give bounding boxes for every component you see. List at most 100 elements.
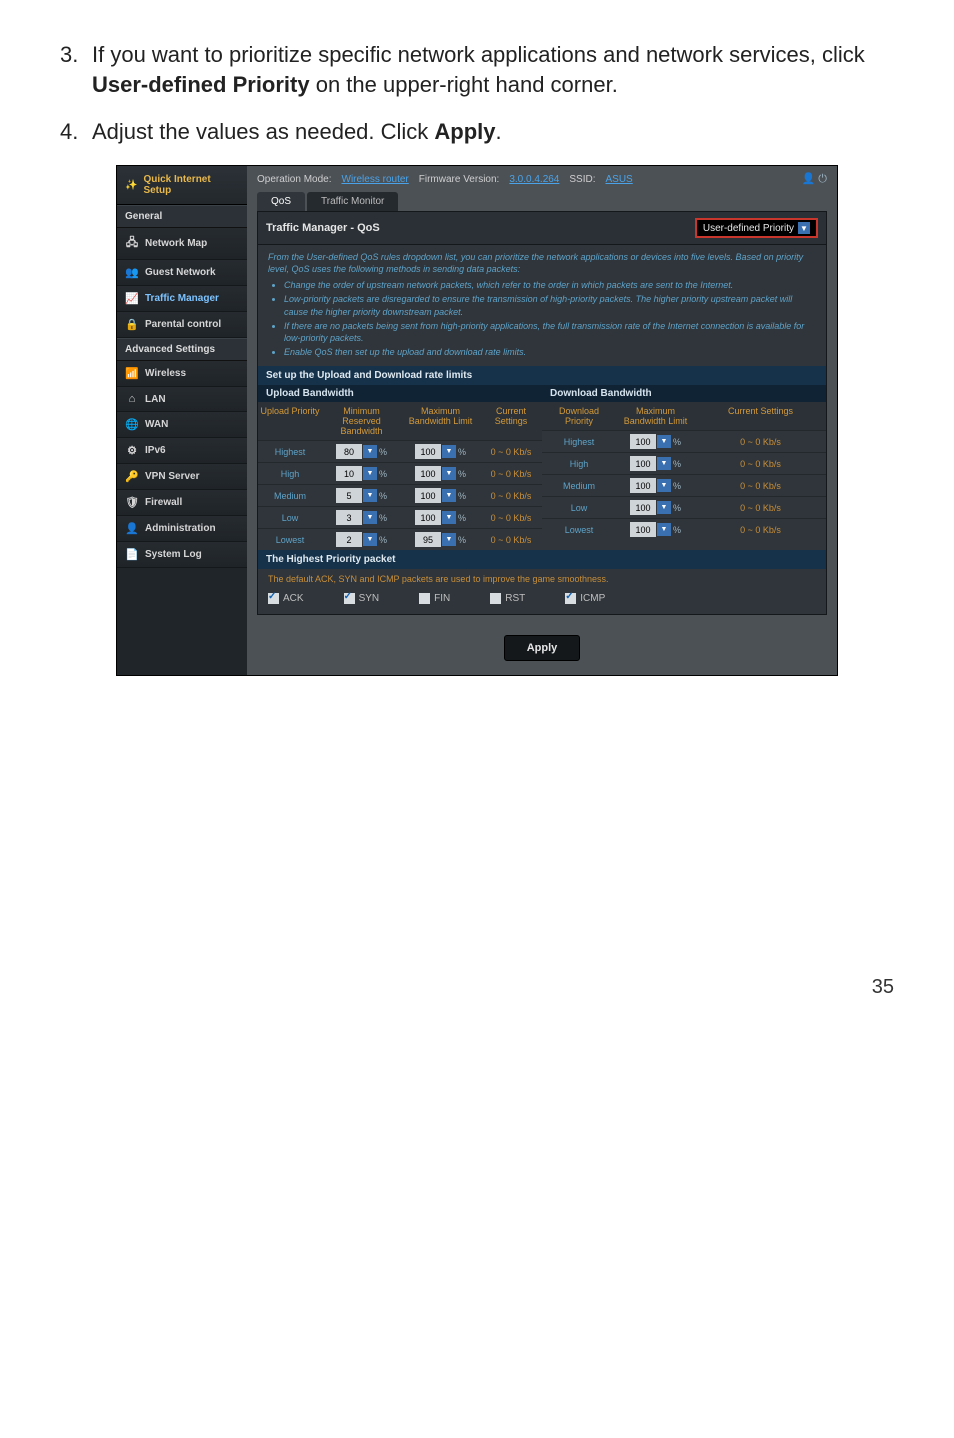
nav-label: Firewall (145, 497, 182, 508)
sidebar-item-traffic-manager[interactable]: 📈Traffic Manager (117, 286, 247, 312)
nav-icon: 🌐 (125, 418, 139, 431)
op-mode-link[interactable]: Wireless router (342, 174, 409, 185)
op-mode-label: Operation Mode: (257, 174, 332, 185)
sidebar-item-administration[interactable]: 👤 Administration (117, 516, 247, 542)
hp-desc: The default ACK, SYN and ICMP packets ar… (258, 569, 826, 589)
checkbox-icon (419, 593, 430, 604)
percent-label: % (458, 535, 466, 545)
checkbox-rst[interactable]: RST (490, 593, 525, 604)
dropdown-icon[interactable]: ▼ (442, 489, 456, 502)
sidebar-item-firewall[interactable]: 🛡Firewall (117, 490, 247, 516)
fw-link[interactable]: 3.0.0.4.264 (509, 174, 559, 185)
dropdown-icon[interactable]: ▼ (657, 435, 671, 448)
user-defined-priority-button[interactable]: User-defined Priority ▼ (695, 218, 818, 238)
value-input[interactable] (415, 488, 441, 503)
dropdown-icon[interactable]: ▼ (363, 467, 377, 480)
dropdown-icon[interactable]: ▼ (363, 445, 377, 458)
percent-label: % (379, 469, 387, 479)
value-input[interactable] (336, 532, 362, 547)
highest-priority-bar: The Highest Priority packet (258, 550, 826, 569)
value-input[interactable] (415, 466, 441, 481)
desc-bullet: Low-priority packets are disregarded to … (284, 293, 816, 317)
dropdown-icon[interactable]: ▼ (363, 511, 377, 524)
ssid-link[interactable]: ASUS (606, 174, 633, 185)
checkbox-syn[interactable]: SYN (344, 593, 380, 604)
value-input[interactable] (630, 500, 656, 515)
max-cell: ▼% (401, 463, 480, 484)
dropdown-icon[interactable]: ▼ (442, 511, 456, 524)
udp-label: User-defined Priority (703, 223, 794, 234)
nav-label: WAN (145, 419, 168, 430)
value-input[interactable] (336, 488, 362, 503)
panel-title: Traffic Manager - QoS (266, 222, 380, 234)
sidebar-item-system-log[interactable]: 📄System Log (117, 542, 247, 568)
checkbox-label: RST (505, 593, 525, 604)
checkbox-icmp[interactable]: ICMP (565, 593, 605, 604)
apply-button[interactable]: Apply (504, 635, 581, 661)
sidebar-item-parental-control[interactable]: 🔒Parental control (117, 312, 247, 338)
dropdown-icon[interactable]: ▼ (657, 479, 671, 492)
nav-icon: 🔒 (125, 318, 139, 331)
panel-description: From the User-defined QoS rules dropdown… (258, 245, 826, 366)
dropdown-icon[interactable]: ▼ (363, 489, 377, 502)
priority-label: Lowest (258, 529, 322, 550)
table-row: Highest▼%▼%0 ~ 0 Kb/s (258, 440, 542, 462)
value-input[interactable] (336, 510, 362, 525)
value-input[interactable] (630, 434, 656, 449)
nav-label: Administration (145, 523, 216, 534)
percent-label: % (379, 447, 387, 457)
dropdown-icon[interactable]: ▼ (442, 445, 456, 458)
tab-traffic-monitor[interactable]: Traffic Monitor (307, 192, 398, 211)
percent-label: % (379, 513, 387, 523)
sidebar-item-wireless[interactable]: 📶Wireless (117, 361, 247, 387)
value-input[interactable] (630, 478, 656, 493)
dropdown-icon[interactable]: ▼ (657, 501, 671, 514)
step3-post: on the upper-right hand corner. (310, 72, 618, 97)
value-input[interactable] (415, 444, 441, 459)
page-number: 35 (0, 716, 954, 1039)
value-input[interactable] (415, 510, 441, 525)
nav-icon: 👤 (125, 522, 139, 535)
topbar-icons[interactable]: 👤 ⏻ (802, 172, 827, 186)
sidebar-item-vpn-server[interactable]: 🔑VPN Server (117, 464, 247, 490)
percent-label: % (458, 513, 466, 523)
sidebar-item-lan[interactable]: ⌂LAN (117, 387, 247, 412)
table-row: Lowest▼%0 ~ 0 Kb/s (542, 518, 826, 540)
value-input[interactable] (415, 532, 441, 547)
value-input[interactable] (336, 444, 362, 459)
priority-label: Highest (542, 431, 616, 452)
value-input[interactable] (630, 522, 656, 537)
value-input[interactable] (336, 466, 362, 481)
dropdown-icon[interactable]: ▼ (657, 523, 671, 536)
checkbox-fin[interactable]: FIN (419, 593, 450, 604)
col-min: Minimum Reserved Bandwidth (322, 402, 401, 440)
dropdown-icon[interactable]: ▼ (442, 533, 456, 546)
current-cell: 0 ~ 0 Kb/s (480, 485, 542, 506)
sidebar: ✨ Quick Internet Setup General 🖧Network … (117, 166, 247, 675)
desc-bullet: If there are no packets being sent from … (284, 320, 816, 344)
min-cell: ▼% (322, 441, 401, 462)
col-max: Maximum Bandwidth Limit (401, 402, 480, 440)
value-input[interactable] (630, 456, 656, 471)
sidebar-item-ipv6[interactable]: ⚙IPv6 (117, 438, 247, 464)
dropdown-icon[interactable]: ▼ (363, 533, 377, 546)
checkbox-ack[interactable]: ACK (268, 593, 304, 604)
tab-qos[interactable]: QoS (257, 192, 305, 211)
table-row: Medium▼%▼%0 ~ 0 Kb/s (258, 484, 542, 506)
max-cell: ▼% (616, 475, 695, 496)
dropdown-icon[interactable]: ▼ (657, 457, 671, 470)
current-cell: 0 ~ 0 Kb/s (480, 441, 542, 462)
quick-internet-setup[interactable]: ✨ Quick Internet Setup (117, 166, 247, 205)
percent-label: % (673, 481, 681, 491)
table-row: Lowest▼%▼%0 ~ 0 Kb/s (258, 528, 542, 550)
sidebar-item-guest-network[interactable]: 👥Guest Network (117, 260, 247, 286)
sidebar-item-network-map[interactable]: 🖧Network Map (117, 228, 247, 260)
checkbox-label: ACK (283, 593, 304, 604)
wand-icon: ✨ (125, 180, 137, 191)
sidebar-item-wan[interactable]: 🌐 WAN (117, 412, 247, 438)
dropdown-icon[interactable]: ▼ (442, 467, 456, 480)
nav-label: Guest Network (145, 267, 216, 278)
checkbox-label: ICMP (580, 593, 605, 604)
nav-label: Wireless (145, 368, 186, 379)
nav-label: IPv6 (145, 445, 166, 456)
